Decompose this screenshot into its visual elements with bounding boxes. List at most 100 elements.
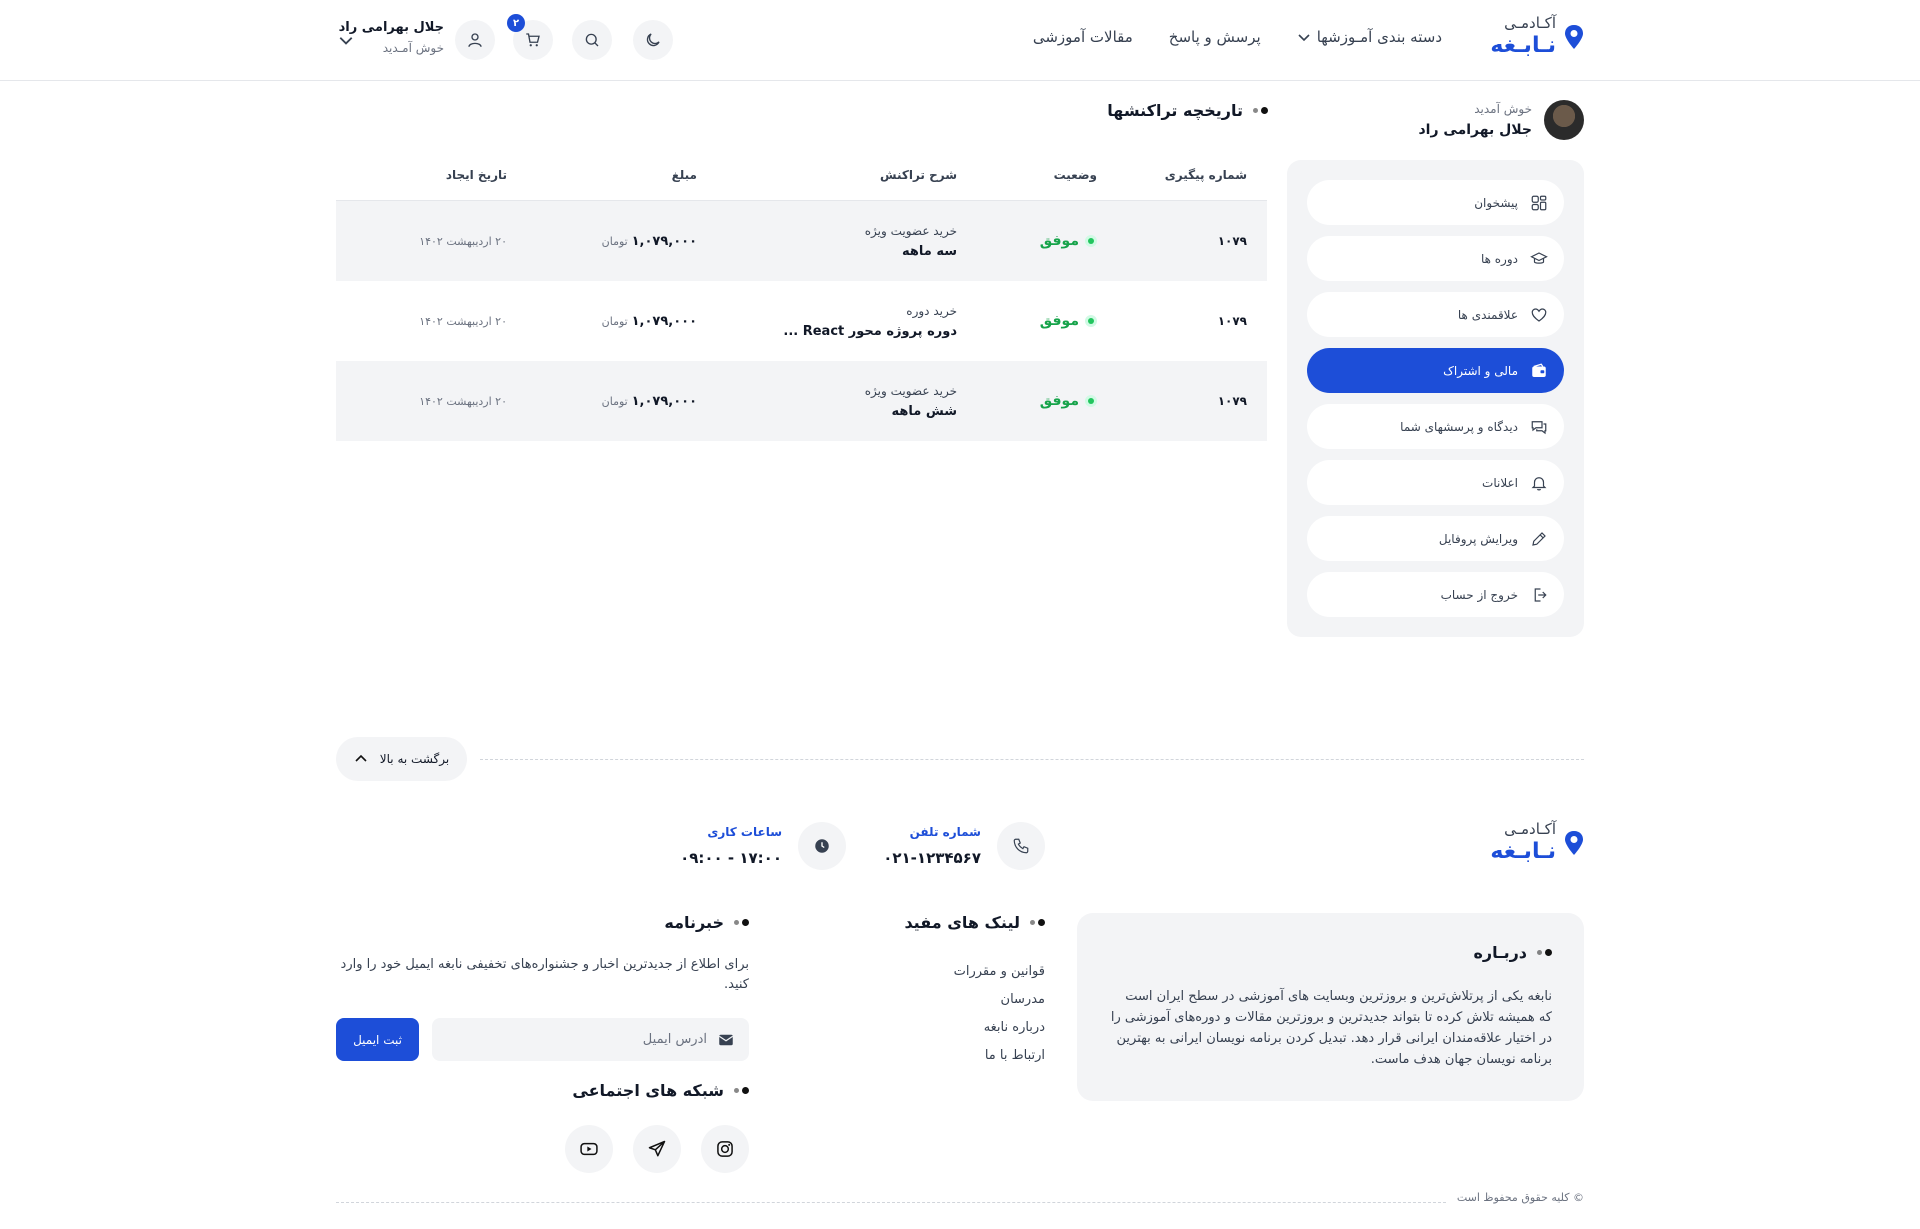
- table-row[interactable]: ۱۰۷۹ موفق خرید عضویت ویژه سه ماهه ۱,۰۷۹,۰…: [336, 201, 1267, 281]
- cart-button[interactable]: ۲: [507, 14, 553, 60]
- lightbulb-pin-icon: [1564, 24, 1584, 50]
- row-amount-value: ۱,۰۷۹,۰۰۰: [631, 313, 697, 329]
- instagram-button[interactable]: [701, 1125, 749, 1173]
- user-icon: [468, 33, 482, 47]
- brand-big: نـابـغه: [1490, 33, 1556, 58]
- success-dot-icon: [1085, 235, 1097, 247]
- col-description: شرح تراکنش: [879, 168, 957, 182]
- hours-contact: ساعات کاری ۰۹:۰۰ - ۱۷:۰۰: [680, 822, 846, 870]
- row-date: ۲۰ اردیبهشت ۱۴۰۲: [419, 394, 507, 408]
- row-amount: ۱,۰۷۹,۰۰۰ تومان: [507, 394, 697, 409]
- row-id: ۱۰۷۹: [1217, 394, 1247, 408]
- sidebar-item-label: اعلانات: [1482, 475, 1518, 490]
- col-tracking: شماره پیگیری: [1164, 168, 1247, 182]
- email-field[interactable]: [432, 1018, 749, 1061]
- links-title-text: لینک های مفید: [904, 913, 1020, 932]
- email-input[interactable]: [467, 1032, 707, 1047]
- profile-welcome: خوش آمدید: [1474, 102, 1532, 116]
- footer-link-rules[interactable]: قوانین و مقررات: [954, 958, 1045, 986]
- profile-name: جلال بهرامی راد: [1418, 122, 1533, 138]
- nav-qa[interactable]: پرسش و پاسخ: [1169, 28, 1261, 46]
- search-button[interactable]: [572, 20, 612, 60]
- row-status-text: موفق: [1039, 313, 1079, 329]
- about-card: دربـاره نابغه یکی از پرتلاش‌ترین و بروزت…: [1077, 913, 1584, 1101]
- user-menu-chevron-icon[interactable]: [338, 32, 354, 48]
- footer-link-about[interactable]: درباره نابغه: [954, 1014, 1045, 1042]
- dashboard-icon: [1531, 195, 1547, 210]
- nav-categories[interactable]: دسته بندی آمـوزشها: [1297, 28, 1442, 46]
- row-status: موفق: [957, 393, 1097, 409]
- row-status: موفق: [957, 233, 1097, 249]
- sidebar-item-label: دیدگاه و پرسشهای شما: [1400, 419, 1518, 434]
- footer-brand-logo[interactable]: آکـادمـی نـابـغه: [1490, 822, 1584, 863]
- sidebar-item-label: پیشخوان: [1474, 195, 1518, 210]
- dashboard-sidebar: پیشخوان دوره ها علاقمندی ها مالی و اشترا…: [1287, 160, 1584, 637]
- transactions-table: شماره پیگیری وضعیت شرح تراکنش مبلغ تاریخ…: [336, 150, 1267, 441]
- row-amount: ۱,۰۷۹,۰۰۰ تومان: [507, 234, 697, 249]
- youtube-button[interactable]: [565, 1125, 613, 1173]
- avatar: [1544, 100, 1584, 140]
- sidebar-item-label: ویرایش پروفایل: [1438, 531, 1518, 546]
- phone-value: ۰۲۱-۱۲۳۴۵۶۷: [883, 849, 981, 867]
- row-id: ۱۰۷۹: [1217, 314, 1247, 328]
- header-user-welcome: خوش آمـدید: [382, 41, 444, 55]
- sidebar-item-label: مالی و اشتراک: [1443, 363, 1518, 378]
- social-title-text: شبکه های اجتماعی: [572, 1081, 724, 1100]
- telegram-icon: [648, 1140, 666, 1157]
- row-id: ۱۰۷۹: [1217, 234, 1247, 248]
- logout-icon: [1534, 587, 1547, 602]
- success-dot-icon: [1085, 395, 1097, 407]
- sidebar-item-logout[interactable]: خروج از حساب: [1307, 572, 1564, 617]
- sidebar-item-finance[interactable]: مالی و اشتراک: [1307, 348, 1564, 393]
- row-desc-small: خرید عضویت ویژه: [864, 223, 957, 238]
- sidebar-item-label: خروج از حساب: [1440, 587, 1518, 602]
- sidebar-item-comments[interactable]: دیدگاه و پرسشهای شما: [1307, 404, 1564, 449]
- hours-value: ۰۹:۰۰ - ۱۷:۰۰: [680, 849, 782, 867]
- useful-links: قوانین و مقررات مدرسان درباره نابغه ارتب…: [954, 958, 1045, 1070]
- footer-divider: [480, 759, 1584, 760]
- row-date: ۲۰ اردیبهشت ۱۴۰۲: [419, 314, 507, 328]
- youtube-icon: [580, 1142, 598, 1156]
- about-text: نابغه یکی از پرتلاش‌ترین و بروزترین وبسا…: [1110, 989, 1552, 1067]
- sidebar-profile: خوش آمدید جلال بهرامی راد: [1418, 100, 1584, 140]
- footer-link-teachers[interactable]: مدرسان: [954, 986, 1045, 1014]
- chevron-down-icon: [1298, 34, 1310, 42]
- theme-toggle-button[interactable]: [633, 20, 673, 60]
- about-title-text: دربـاره: [1473, 943, 1527, 962]
- sidebar-item-favorites[interactable]: علاقمندی ها: [1307, 292, 1564, 337]
- copyright-text: © کلیه حقوق محفوظ است: [1456, 1191, 1584, 1204]
- row-description: خرید دوره دوره پروژه محور React ...: [697, 304, 957, 339]
- sidebar-item-edit-profile[interactable]: ویرایش پروفایل: [1307, 516, 1564, 561]
- copyright-divider: [336, 1202, 1446, 1203]
- sidebar-item-label: علاقمندی ها: [1457, 307, 1518, 322]
- phone-icon: [997, 822, 1045, 870]
- heart-icon: [1531, 307, 1547, 322]
- brand-small: آکـادمـی: [1504, 14, 1556, 32]
- footer-link-contact[interactable]: ارتباط با ما: [954, 1042, 1045, 1070]
- search-icon: [585, 33, 599, 47]
- brand-logo[interactable]: آکـادمـی نـابـغه: [1490, 16, 1584, 57]
- sidebar-item-label: دوره ها: [1480, 251, 1518, 266]
- table-row[interactable]: ۱۰۷۹ موفق خرید دوره دوره پروژه محور React…: [336, 281, 1267, 361]
- submit-email-button[interactable]: ثبت ایمیل: [336, 1018, 419, 1061]
- nav-articles[interactable]: مقالات آموزشی: [1033, 28, 1133, 46]
- sidebar-item-dashboard[interactable]: پیشخوان: [1307, 180, 1564, 225]
- transactions-title: تاریخچه تراکنشها: [1107, 101, 1268, 120]
- newsletter-title: خبرنامه: [664, 913, 749, 932]
- user-button[interactable]: [455, 20, 495, 60]
- row-status-text: موفق: [1039, 393, 1079, 409]
- telegram-button[interactable]: [633, 1125, 681, 1173]
- row-currency: تومان: [601, 234, 628, 248]
- row-desc-bold: سه ماهه: [901, 243, 957, 259]
- envelope-icon: [718, 1034, 734, 1045]
- main-nav: دسته بندی آمـوزشها پرسش و پاسخ مقالات آم…: [1033, 28, 1442, 46]
- sidebar-item-courses[interactable]: دوره ها: [1307, 236, 1564, 281]
- row-currency: تومان: [601, 314, 628, 328]
- title-dots-icon: [734, 919, 749, 926]
- wallet-icon: [1532, 363, 1546, 377]
- header-user-info[interactable]: جلال بهرامی راد خوش آمـدید: [339, 20, 444, 55]
- back-to-top-button[interactable]: برگشت به بالا: [336, 737, 467, 781]
- table-row[interactable]: ۱۰۷۹ موفق خرید عضویت ویژه شش ماهه ۱,۰۷۹,۰…: [336, 361, 1267, 441]
- footer-brand-small: آکـادمـی: [1504, 820, 1556, 838]
- sidebar-item-notifications[interactable]: اعلانات: [1307, 460, 1564, 505]
